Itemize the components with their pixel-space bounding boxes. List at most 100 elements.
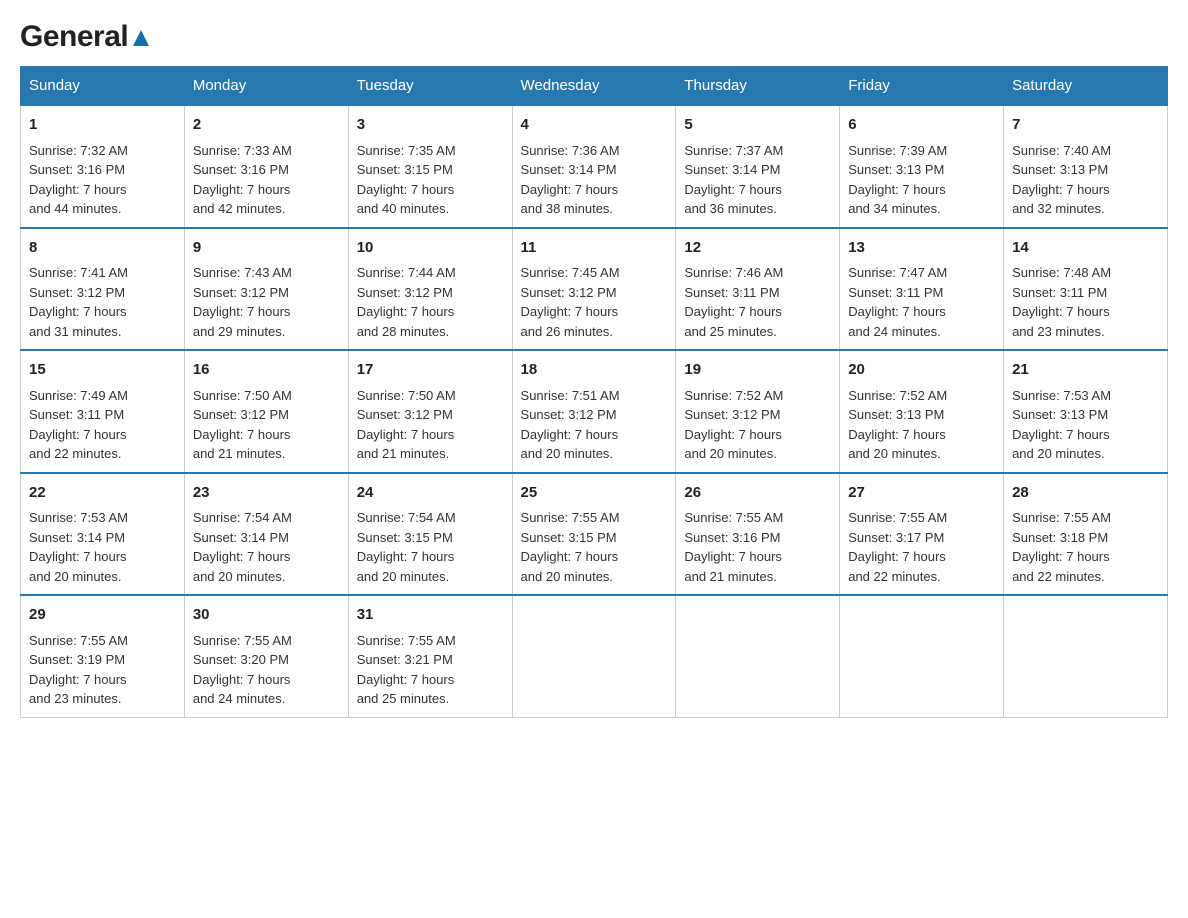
day-number: 16 [193,359,340,382]
day-info: Sunrise: 7:55 AMSunset: 3:20 PMDaylight:… [193,631,340,709]
day-info: Sunrise: 7:50 AMSunset: 3:12 PMDaylight:… [193,386,340,464]
day-number: 15 [29,359,176,382]
day-info: Sunrise: 7:39 AMSunset: 3:13 PMDaylight:… [848,141,995,219]
day-number: 30 [193,604,340,627]
day-info: Sunrise: 7:47 AMSunset: 3:11 PMDaylight:… [848,263,995,341]
day-number: 6 [848,114,995,137]
day-number: 8 [29,237,176,260]
calendar-cell-week4-day6: 27 Sunrise: 7:55 AMSunset: 3:17 PMDayligh… [840,473,1004,596]
day-info: Sunrise: 7:55 AMSunset: 3:17 PMDaylight:… [848,508,995,586]
calendar-cell-week5-day1: 29 Sunrise: 7:55 AMSunset: 3:19 PMDayligh… [21,595,185,717]
day-info: Sunrise: 7:53 AMSunset: 3:14 PMDaylight:… [29,508,176,586]
day-info: Sunrise: 7:55 AMSunset: 3:15 PMDaylight:… [521,508,668,586]
day-info: Sunrise: 7:50 AMSunset: 3:12 PMDaylight:… [357,386,504,464]
day-number: 20 [848,359,995,382]
calendar-cell-week2-day1: 8 Sunrise: 7:41 AMSunset: 3:12 PMDaylight… [21,228,185,351]
day-info: Sunrise: 7:40 AMSunset: 3:13 PMDaylight:… [1012,141,1159,219]
day-number: 21 [1012,359,1159,382]
day-number: 28 [1012,482,1159,505]
day-number: 27 [848,482,995,505]
page-header: General [20,20,1168,50]
calendar-cell-week4-day1: 22Sunrise: 7:53 AMSunset: 3:14 PMDayligh… [21,473,185,596]
day-number: 26 [684,482,831,505]
day-info: Sunrise: 7:54 AMSunset: 3:14 PMDaylight:… [193,508,340,586]
calendar-cell-week3-day2: 16 Sunrise: 7:50 AMSunset: 3:12 PMDayligh… [184,350,348,473]
day-info: Sunrise: 7:49 AMSunset: 3:11 PMDaylight:… [29,386,176,464]
day-info: Sunrise: 7:45 AMSunset: 3:12 PMDaylight:… [521,263,668,341]
day-info: Sunrise: 7:55 AMSunset: 3:19 PMDaylight:… [29,631,176,709]
day-info: Sunrise: 7:46 AMSunset: 3:11 PMDaylight:… [684,263,831,341]
calendar-table: Sunday Monday Tuesday Wednesday Thursday… [20,66,1168,718]
day-number: 23 [193,482,340,505]
calendar-week-1: 1 Sunrise: 7:32 AMSunset: 3:16 PMDaylight… [21,105,1168,228]
day-number: 7 [1012,114,1159,137]
col-sunday: Sunday [21,67,185,106]
calendar-cell-week4-day4: 25 Sunrise: 7:55 AMSunset: 3:15 PMDayligh… [512,473,676,596]
calendar-cell-week1-day4: 4 Sunrise: 7:36 AMSunset: 3:14 PMDaylight… [512,105,676,228]
calendar-cell-week1-day5: 5 Sunrise: 7:37 AMSunset: 3:14 PMDaylight… [676,105,840,228]
calendar-cell-week2-day6: 13 Sunrise: 7:47 AMSunset: 3:11 PMDayligh… [840,228,1004,351]
calendar-cell-week3-day3: 17 Sunrise: 7:50 AMSunset: 3:12 PMDayligh… [348,350,512,473]
calendar-cell-week2-day4: 11 Sunrise: 7:45 AMSunset: 3:12 PMDayligh… [512,228,676,351]
calendar-cell-week3-day1: 15 Sunrise: 7:49 AMSunset: 3:11 PMDayligh… [21,350,185,473]
logo-triangle-icon [131,26,151,53]
calendar-cell-week5-day6 [840,595,1004,717]
calendar-cell-week1-day1: 1 Sunrise: 7:32 AMSunset: 3:16 PMDaylight… [21,105,185,228]
day-info: Sunrise: 7:52 AMSunset: 3:12 PMDaylight:… [684,386,831,464]
day-info: Sunrise: 7:55 AMSunset: 3:18 PMDaylight:… [1012,508,1159,586]
day-number: 13 [848,237,995,260]
day-number: 17 [357,359,504,382]
calendar-cell-week5-day5 [676,595,840,717]
day-number: 19 [684,359,831,382]
calendar-week-2: 8 Sunrise: 7:41 AMSunset: 3:12 PMDaylight… [21,228,1168,351]
day-info: Sunrise: 7:36 AMSunset: 3:14 PMDaylight:… [521,141,668,219]
day-number: 3 [357,114,504,137]
day-number: 10 [357,237,504,260]
calendar-cell-week5-day7 [1004,595,1168,717]
day-number: 29 [29,604,176,627]
day-info: Sunrise: 7:37 AMSunset: 3:14 PMDaylight:… [684,141,831,219]
day-number: 4 [521,114,668,137]
day-info: Sunrise: 7:53 AMSunset: 3:13 PMDaylight:… [1012,386,1159,464]
day-number: 14 [1012,237,1159,260]
col-monday: Monday [184,67,348,106]
logo: General [20,20,151,50]
day-number: 31 [357,604,504,627]
calendar-cell-week2-day2: 9Sunrise: 7:43 AMSunset: 3:12 PMDaylight… [184,228,348,351]
day-number: 1 [29,114,176,137]
day-info: Sunrise: 7:52 AMSunset: 3:13 PMDaylight:… [848,386,995,464]
calendar-cell-week2-day5: 12 Sunrise: 7:46 AMSunset: 3:11 PMDayligh… [676,228,840,351]
day-info: Sunrise: 7:51 AMSunset: 3:12 PMDaylight:… [521,386,668,464]
day-info: Sunrise: 7:32 AMSunset: 3:16 PMDaylight:… [29,141,176,219]
calendar-cell-week3-day4: 18Sunrise: 7:51 AMSunset: 3:12 PMDayligh… [512,350,676,473]
calendar-cell-week4-day5: 26 Sunrise: 7:55 AMSunset: 3:16 PMDayligh… [676,473,840,596]
day-info: Sunrise: 7:35 AMSunset: 3:15 PMDaylight:… [357,141,504,219]
day-number: 25 [521,482,668,505]
col-friday: Friday [840,67,1004,106]
calendar-cell-week4-day3: 24Sunrise: 7:54 AMSunset: 3:15 PMDayligh… [348,473,512,596]
calendar-week-5: 29 Sunrise: 7:55 AMSunset: 3:19 PMDayligh… [21,595,1168,717]
calendar-cell-week3-day6: 20 Sunrise: 7:52 AMSunset: 3:13 PMDayligh… [840,350,1004,473]
calendar-header-row: Sunday Monday Tuesday Wednesday Thursday… [21,67,1168,106]
day-number: 12 [684,237,831,260]
day-info: Sunrise: 7:55 AMSunset: 3:16 PMDaylight:… [684,508,831,586]
day-info: Sunrise: 7:41 AMSunset: 3:12 PMDaylight:… [29,263,176,341]
day-info: Sunrise: 7:48 AMSunset: 3:11 PMDaylight:… [1012,263,1159,341]
calendar-cell-week5-day4 [512,595,676,717]
col-saturday: Saturday [1004,67,1168,106]
day-number: 11 [521,237,668,260]
day-info: Sunrise: 7:33 AMSunset: 3:16 PMDaylight:… [193,141,340,219]
day-info: Sunrise: 7:55 AMSunset: 3:21 PMDaylight:… [357,631,504,709]
calendar-cell-week4-day7: 28 Sunrise: 7:55 AMSunset: 3:18 PMDayligh… [1004,473,1168,596]
col-tuesday: Tuesday [348,67,512,106]
calendar-cell-week1-day6: 6 Sunrise: 7:39 AMSunset: 3:13 PMDaylight… [840,105,1004,228]
day-number: 9 [193,237,340,260]
calendar-cell-week2-day7: 14 Sunrise: 7:48 AMSunset: 3:11 PMDayligh… [1004,228,1168,351]
calendar-cell-week1-day7: 7 Sunrise: 7:40 AMSunset: 3:13 PMDaylight… [1004,105,1168,228]
calendar-cell-week2-day3: 10Sunrise: 7:44 AMSunset: 3:12 PMDayligh… [348,228,512,351]
logo-general-text: General [20,20,128,54]
day-number: 5 [684,114,831,137]
calendar-cell-week4-day2: 23 Sunrise: 7:54 AMSunset: 3:14 PMDayligh… [184,473,348,596]
calendar-week-4: 22Sunrise: 7:53 AMSunset: 3:14 PMDayligh… [21,473,1168,596]
calendar-cell-week3-day5: 19 Sunrise: 7:52 AMSunset: 3:12 PMDayligh… [676,350,840,473]
